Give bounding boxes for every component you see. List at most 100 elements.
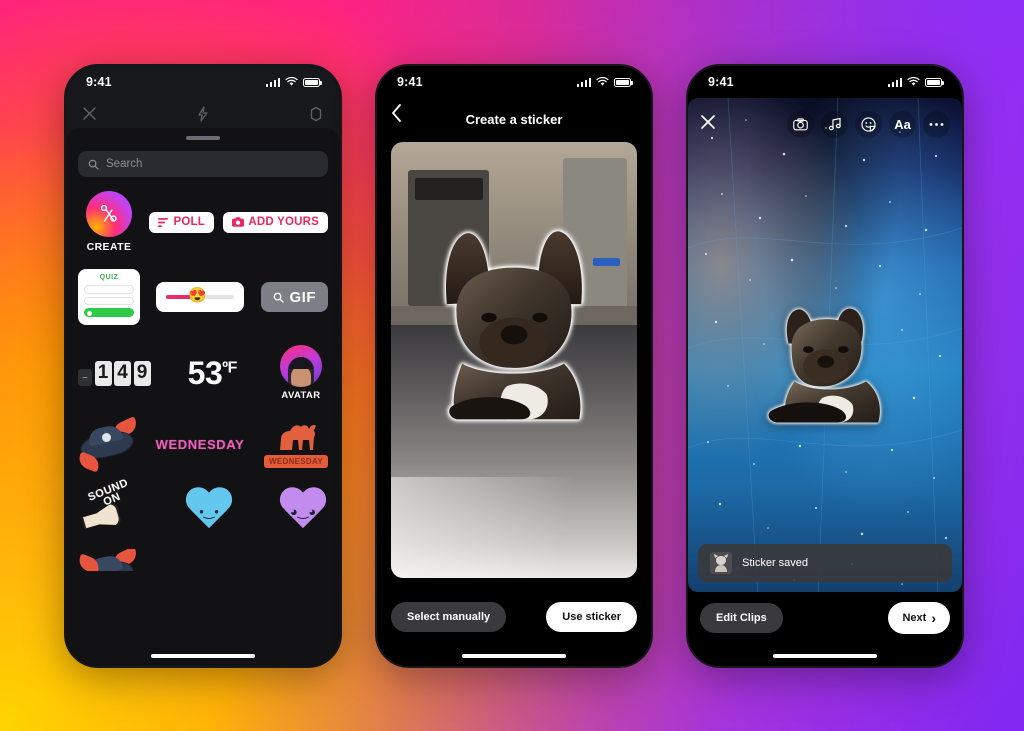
sticker-gif[interactable]: GIF <box>260 282 328 312</box>
camel-icon <box>279 425 316 450</box>
countdown-digit: 4 <box>114 360 131 386</box>
quiz-option-bar <box>84 296 134 306</box>
sticker-camel[interactable]: WEDNESDAY <box>264 420 328 468</box>
sticker-avatar-label: AVATAR <box>281 390 321 401</box>
home-indicator <box>151 654 255 658</box>
sticker-thumbnail <box>710 552 732 574</box>
status-bar: 9:41 <box>377 66 651 98</box>
phone-story-editor: 9:41 Aa Sticker saved Edit Clips Next › <box>686 64 964 668</box>
sticker-row: WEDNESDAY WEDNESDAY <box>76 416 328 473</box>
story-action-buttons: Edit Clips Next › <box>700 602 950 634</box>
sticker-wednesday-text[interactable]: WEDNESDAY <box>156 437 245 452</box>
more-options-button[interactable] <box>923 110 950 138</box>
sticker-countdown[interactable]: – 1 4 9 <box>78 360 151 386</box>
text-button[interactable]: Aa <box>889 110 916 138</box>
sticker-create[interactable]: CREATE <box>78 191 140 253</box>
sticker-quiz[interactable]: QUIZ <box>78 269 140 325</box>
home-indicator <box>462 654 566 658</box>
temperature-value: 53 <box>187 354 223 391</box>
phone1-screen: 9:41 Search CREATE POLL ADD YOURS QUIZ 😍… <box>66 66 340 666</box>
chevron-right-icon: › <box>931 610 936 626</box>
sticker-sound-on[interactable]: SOUND ON <box>78 476 140 539</box>
camera-icon <box>793 117 808 130</box>
temperature-unit: ºF <box>222 358 237 376</box>
status-time: 9:41 <box>708 75 734 89</box>
heart-face: •‿• <box>199 504 219 519</box>
search-icon <box>88 159 99 170</box>
sticker-grid: CREATE POLL ADD YOURS QUIZ 😍 GIF – 1 4 9… <box>66 177 340 571</box>
signal-bars-icon <box>576 77 591 87</box>
placed-dog-sticker[interactable] <box>749 302 901 432</box>
status-indicators <box>887 77 944 87</box>
wifi-icon <box>596 77 609 86</box>
sticker-row: SOUND ON •‿• ◕‿◕ <box>78 476 328 539</box>
sticker-pirate-hat[interactable] <box>76 416 140 473</box>
status-indicators <box>265 77 322 87</box>
sticker-avatar[interactable]: AVATAR <box>274 345 328 401</box>
quiz-option-bar-selected <box>84 308 134 318</box>
sticker-temperature[interactable]: 53ºF <box>187 354 238 392</box>
edit-clips-button[interactable]: Edit Clips <box>700 603 783 633</box>
sticker-poll[interactable]: POLL <box>149 211 214 233</box>
phone2-screen: 9:41 Create a sticker Select manually Us… <box>377 66 651 666</box>
wifi-icon <box>285 77 298 86</box>
phone-create-sticker: 9:41 Create a sticker Select manually Us… <box>375 64 653 668</box>
quiz-option-bar <box>84 285 134 294</box>
music-button[interactable] <box>821 110 848 138</box>
status-indicators <box>576 77 633 87</box>
battery-icon <box>925 77 944 87</box>
wifi-icon <box>907 77 920 86</box>
battery-icon <box>303 77 322 87</box>
next-button[interactable]: Next › <box>888 602 950 634</box>
camera-button[interactable] <box>787 110 814 138</box>
sticker-row: CREATE POLL ADD YOURS <box>78 191 328 253</box>
sticker-tray-sheet: Search CREATE POLL ADD YOURS QUIZ 😍 GIF … <box>66 128 340 666</box>
sticker-row-partial <box>78 549 328 571</box>
status-bar: 9:41 <box>688 66 962 98</box>
sticker-heart-purple[interactable]: ◕‿◕ <box>278 488 328 534</box>
sticker-camel-label: WEDNESDAY <box>264 455 328 468</box>
sticker-emoji-slider[interactable]: 😍 <box>156 282 245 312</box>
dog-subject-wrap <box>418 212 610 561</box>
sticker-row: QUIZ 😍 GIF <box>78 269 328 325</box>
close-icon[interactable] <box>82 106 97 126</box>
poll-bars-icon <box>158 217 169 227</box>
settings-icon[interactable] <box>308 106 324 127</box>
sticker-add-yours[interactable]: ADD YOURS <box>223 211 328 233</box>
search-placeholder: Search <box>106 158 143 170</box>
sticker-pirate-hat-partial[interactable] <box>78 549 136 571</box>
sticker-button[interactable] <box>855 110 882 138</box>
countdown-digit: 1 <box>94 360 112 386</box>
slider-track: 😍 <box>166 288 235 303</box>
select-manually-button[interactable]: Select manually <box>391 602 507 632</box>
search-icon <box>273 292 284 303</box>
sticker-add-yours-label: ADD YOURS <box>248 216 319 228</box>
sticker-preview-photo[interactable] <box>391 142 637 578</box>
sticker-smiley-icon <box>861 116 876 132</box>
sheet-drag-handle[interactable] <box>186 136 220 140</box>
heart-face: ◕‿◕ <box>289 504 317 519</box>
use-sticker-button[interactable]: Use sticker <box>546 602 637 632</box>
next-label: Next <box>902 612 927 624</box>
sticker-create-label: CREATE <box>86 241 132 253</box>
sticker-heart-blue[interactable]: •‿• <box>184 488 234 534</box>
signal-bars-icon <box>887 77 902 87</box>
thumbnail-dog-icon <box>710 552 732 574</box>
french-bulldog-cutout <box>445 230 582 419</box>
battery-icon <box>614 77 633 87</box>
close-button[interactable] <box>700 114 726 134</box>
sticker-saved-toast: Sticker saved <box>698 544 952 582</box>
flash-icon[interactable] <box>196 105 209 127</box>
story-editor-toolbar: Aa <box>688 104 962 144</box>
toolbar-icons: Aa <box>787 110 950 138</box>
sticker-row: – 1 4 9 53ºF AVATAR <box>78 345 328 401</box>
create-gradient-circle <box>86 191 132 237</box>
search-input[interactable]: Search <box>78 151 328 177</box>
sticker-action-buttons: Select manually Use sticker <box>391 602 637 632</box>
scissors-icon <box>100 204 117 222</box>
camera-icon <box>232 217 245 227</box>
sticker-gif-label: GIF <box>289 288 316 306</box>
avatar <box>280 345 322 387</box>
text-tool-label: Aa <box>894 116 911 132</box>
page-title: Create a sticker <box>465 111 563 127</box>
